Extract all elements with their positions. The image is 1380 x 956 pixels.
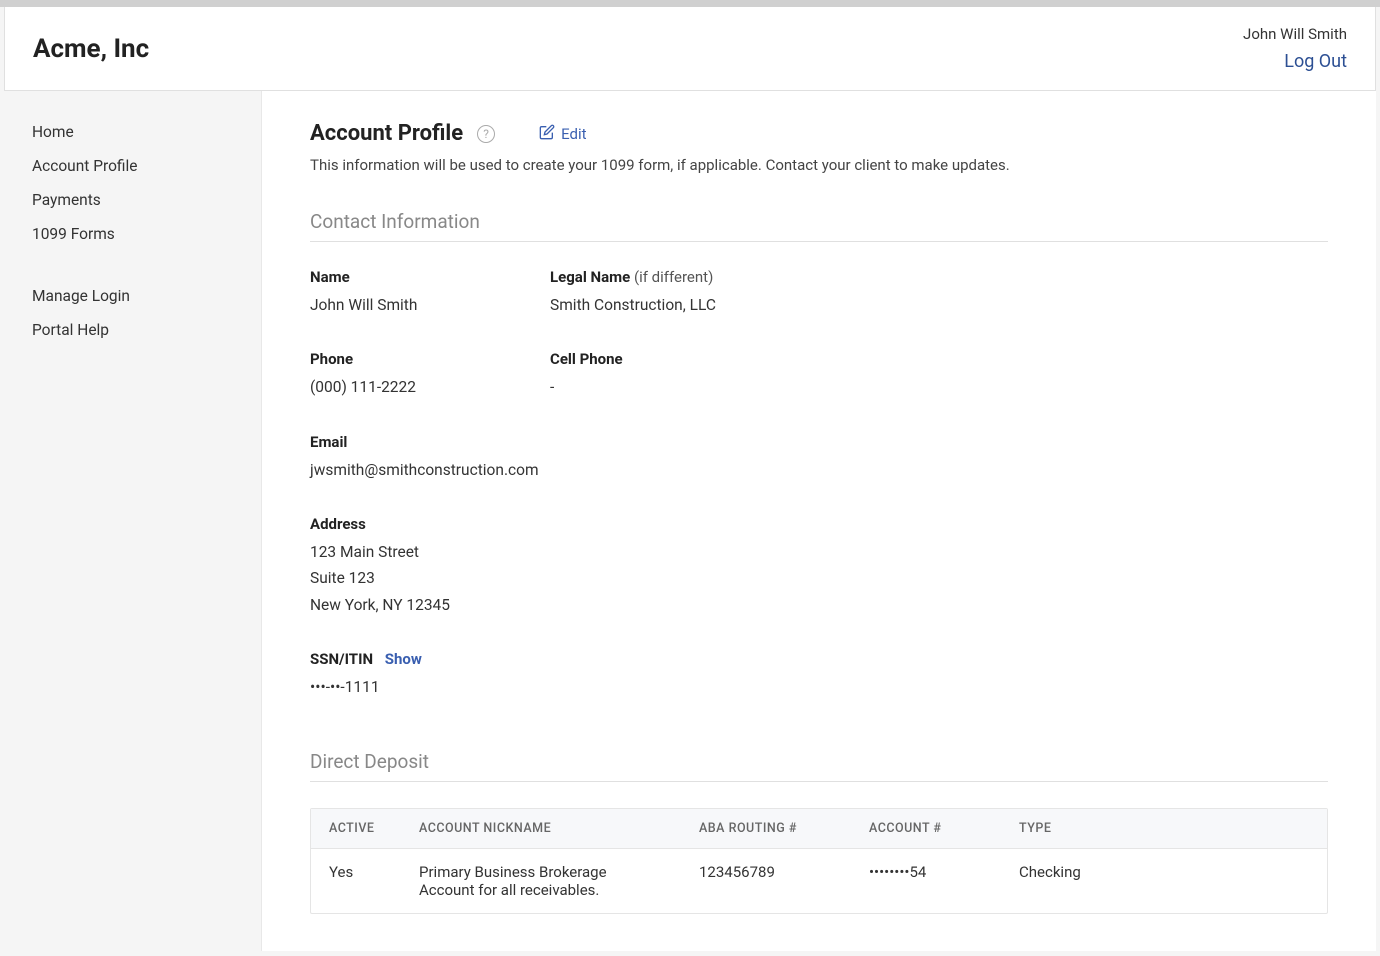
page-title: Account Profile [310,121,463,146]
deposit-table-wrapper: ACTIVE ACCOUNT NICKNAME ABA ROUTING # AC… [310,808,1328,914]
header-right: John Will Smith Log Out [1243,25,1347,72]
col-header-nickname: ACCOUNT NICKNAME [401,809,681,849]
sidebar-item-portal-help[interactable]: Portal Help [32,313,261,347]
field-ssn: SSN/ITIN Show •••-••-1111 [310,650,1328,700]
field-legal-name: Legal Name (if different) Smith Construc… [550,268,1328,318]
content: Account Profile ? Edit This information … [262,91,1376,951]
col-header-type: TYPE [1001,809,1327,849]
ssn-label: SSN/ITIN [310,650,373,668]
ssn-label-row: SSN/ITIN Show [310,650,1328,668]
legal-name-label: Legal Name (if different) [550,268,1328,286]
sidebar-item-payments[interactable]: Payments [32,183,261,217]
table-row: Yes Primary Business Brokerage Account f… [311,849,1327,914]
company-name: Acme, Inc [33,34,149,64]
sidebar-item-account-profile[interactable]: Account Profile [32,149,261,183]
field-address: Address 123 Main Street Suite 123 New Yo… [310,515,1328,618]
address-line2: Suite 123 [310,565,1328,591]
ssn-show-link[interactable]: Show [385,650,422,668]
page-subtitle: This information will be used to create … [310,156,1328,174]
cell-active: Yes [311,849,401,914]
name-value: John Will Smith [310,292,550,318]
edit-label: Edit [561,125,586,143]
cell-type: Checking [1001,849,1327,914]
email-label: Email [310,433,1328,451]
cell-phone-label: Cell Phone [550,350,1328,368]
cell-account: ••••••••54 [851,849,1001,914]
contact-section-title: Contact Information [310,210,1328,242]
sidebar-item-1099-forms[interactable]: 1099 Forms [32,217,261,251]
cell-nickname: Primary Business Brokerage Account for a… [401,849,681,914]
header-user-name: John Will Smith [1243,25,1347,43]
edit-link[interactable]: Edit [539,124,586,144]
email-value: jwsmith@smithconstruction.com [310,457,1328,483]
address-line1: 123 Main Street [310,539,1328,565]
address-label: Address [310,515,1328,533]
cell-routing: 123456789 [681,849,851,914]
col-header-account: ACCOUNT # [851,809,1001,849]
cell-phone-value: - [550,374,1328,400]
top-strip [0,0,1380,7]
legal-name-hint: (if different) [634,268,713,286]
sidebar-item-manage-login[interactable]: Manage Login [32,279,261,313]
help-icon[interactable]: ? [477,125,495,143]
edit-icon [539,124,555,144]
sidebar-group-secondary: Manage Login Portal Help [32,279,261,347]
main-container: Home Account Profile Payments 1099 Forms… [4,91,1376,951]
phone-value: (000) 111-2222 [310,374,550,400]
table-header-row: ACTIVE ACCOUNT NICKNAME ABA ROUTING # AC… [311,809,1327,849]
deposit-section-title: Direct Deposit [310,750,1328,782]
field-email: Email jwsmith@smithconstruction.com [310,433,1328,483]
sidebar-group-main: Home Account Profile Payments 1099 Forms [32,115,261,251]
header: Acme, Inc John Will Smith Log Out [4,7,1376,91]
name-label: Name [310,268,550,286]
sidebar-item-home[interactable]: Home [32,115,261,149]
contact-info-grid: Name John Will Smith Legal Name (if diff… [310,268,1328,700]
field-name: Name John Will Smith [310,268,550,318]
phone-label: Phone [310,350,550,368]
deposit-table: ACTIVE ACCOUNT NICKNAME ABA ROUTING # AC… [311,809,1327,913]
address-value: 123 Main Street Suite 123 New York, NY 1… [310,539,1328,618]
logout-link[interactable]: Log Out [1243,51,1347,72]
col-header-active: ACTIVE [311,809,401,849]
col-header-routing: ABA ROUTING # [681,809,851,849]
address-line3: New York, NY 12345 [310,592,1328,618]
legal-name-label-text: Legal Name [550,268,630,286]
ssn-value: •••-••-1111 [310,674,1328,700]
sidebar: Home Account Profile Payments 1099 Forms… [4,91,262,951]
field-phone: Phone (000) 111-2222 [310,350,550,400]
field-cell-phone: Cell Phone - [550,350,1328,400]
legal-name-value: Smith Construction, LLC [550,292,1328,318]
page-header: Account Profile ? Edit [310,121,1328,146]
